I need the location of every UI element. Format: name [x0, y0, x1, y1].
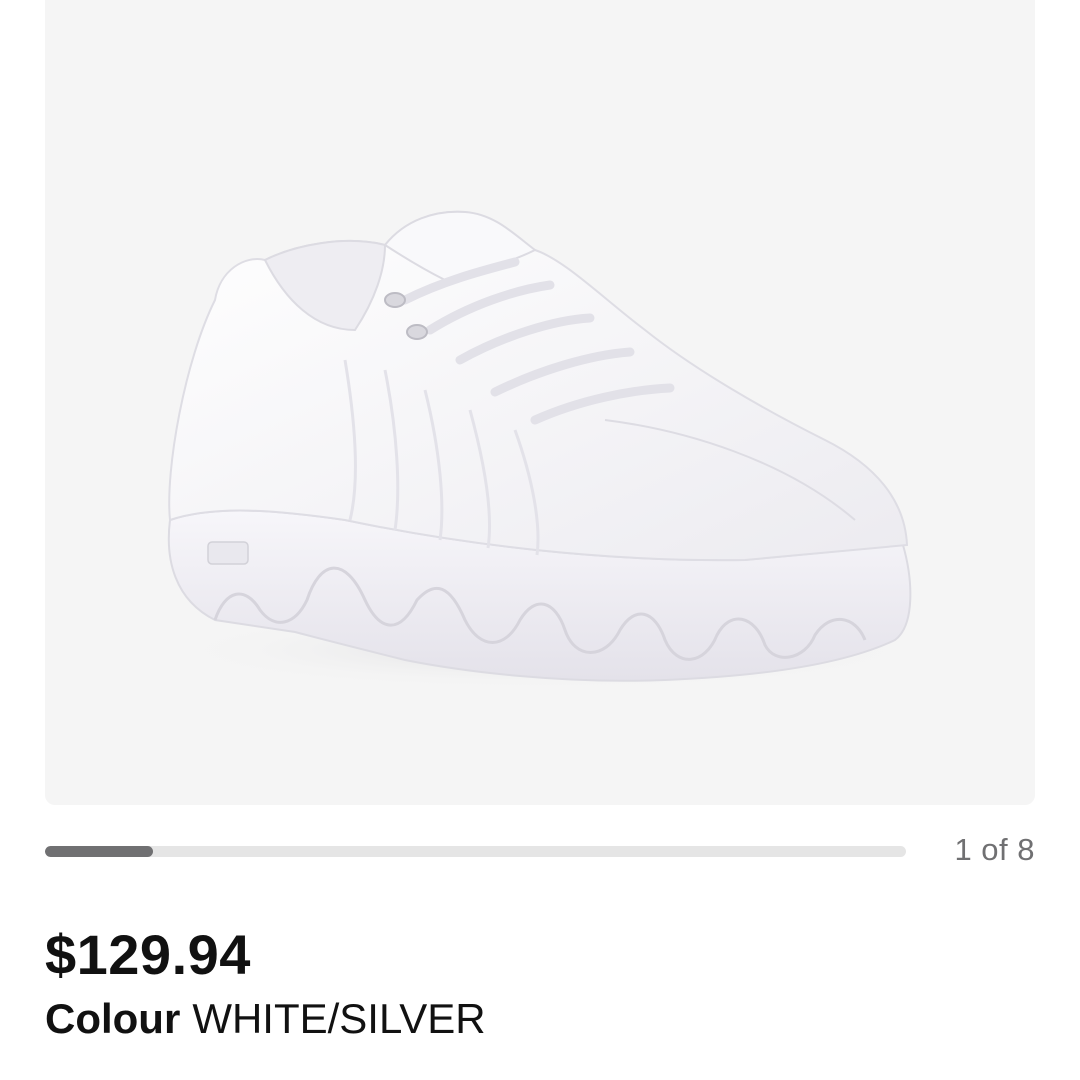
product-image[interactable] [45, 0, 1035, 805]
product-price: $129.94 [45, 923, 251, 986]
carousel-progress-bar[interactable] [45, 846, 906, 857]
product-page: 1 of 8 $129.94 Colour WHITE/SILVER [0, 0, 1080, 1080]
carousel-progress-fill [45, 846, 153, 857]
product-colour: Colour WHITE/SILVER [45, 995, 486, 1043]
colour-value: WHITE/SILVER [192, 995, 486, 1042]
image-counter: 1 of 8 [954, 832, 1035, 867]
colour-label: Colour [45, 995, 181, 1042]
carousel-progress-row: 1 of 8 [45, 830, 1035, 874]
product-image-carousel[interactable] [45, 0, 1035, 805]
